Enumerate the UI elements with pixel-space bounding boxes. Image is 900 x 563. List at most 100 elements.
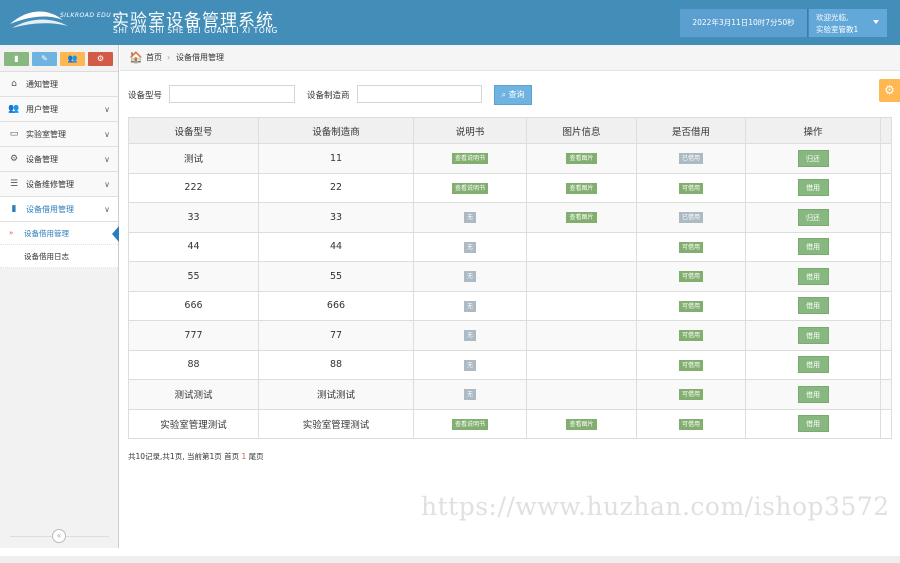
no-manual-badge: 无: [463, 389, 476, 401]
cell-maker: 11: [258, 143, 414, 174]
cell-image: [526, 349, 637, 380]
list-icon: ☰: [9, 179, 19, 189]
model-text: 测试: [183, 154, 203, 166]
borrow-button[interactable]: 借用: [797, 415, 829, 433]
borrow-button[interactable]: 借用: [797, 356, 829, 374]
column-header: 设备型号: [128, 117, 259, 144]
view-manual-link[interactable]: 查看说明书: [451, 418, 488, 430]
return-button[interactable]: 归还: [797, 149, 829, 167]
view-image-link[interactable]: 查看图片: [566, 418, 597, 430]
cell-status: 可借用: [636, 261, 746, 292]
borrow-button[interactable]: 借用: [797, 297, 829, 315]
status-badge: 可借用: [678, 271, 703, 283]
sidebar-item-labs[interactable]: ▭ 实验室管理 ∨: [0, 122, 118, 147]
cell-model: 测试: [128, 143, 259, 174]
borrow-button[interactable]: 借用: [797, 267, 829, 285]
cell-maker: 55: [258, 261, 414, 292]
cell-status: 可借用: [636, 172, 746, 203]
pagination-last[interactable]: 尾页: [246, 452, 264, 461]
sidebar-item-devices[interactable]: ⚙ 设备管理 ∨: [0, 147, 118, 172]
model-text: 33: [187, 211, 200, 223]
view-image-link[interactable]: 查看图片: [566, 182, 597, 194]
status-badge: 可借用: [678, 330, 703, 342]
borrow-button[interactable]: 借用: [797, 326, 829, 344]
search-button[interactable]: ⌕ 查询: [494, 85, 532, 105]
sidebar-item-borrow[interactable]: ▮ 设备借用管理 ∨: [0, 197, 118, 222]
user-menu[interactable]: 欢迎光临, 实验室管教1: [809, 9, 887, 37]
sidebar-item-label: 用户管理: [26, 105, 58, 114]
cell-action: 借用: [745, 231, 881, 262]
borrow-button[interactable]: 借用: [797, 179, 829, 197]
cell-image: [526, 379, 637, 410]
maker-text: 55: [329, 270, 343, 282]
cell-spacer: [880, 290, 892, 321]
cell-manual: 查看说明书: [413, 172, 527, 203]
cell-manual: 无: [413, 290, 527, 321]
model-text: 222: [184, 182, 203, 194]
cogs-icon: ⚙: [9, 154, 19, 164]
no-manual-badge: 无: [463, 241, 476, 253]
cell-image: 查看图片: [526, 202, 637, 233]
model-text: 777: [184, 329, 203, 341]
pencil-icon[interactable]: ✎: [32, 52, 57, 66]
model-input[interactable]: [169, 85, 295, 103]
cell-model: 88: [128, 349, 259, 380]
datetime-display: 2022年3月11日10时7分50秒: [680, 9, 808, 37]
settings-icon[interactable]: ⚙: [879, 79, 900, 102]
no-manual-badge: 无: [463, 212, 476, 224]
cell-model: 55: [128, 261, 259, 292]
cell-spacer: [880, 231, 892, 262]
no-manual-badge: 无: [463, 330, 476, 342]
column-header: 操作: [745, 117, 881, 144]
cell-maker: 实验室管理测试: [258, 408, 414, 439]
table-header-row: 设备型号 设备制造商 说明书 图片信息 是否借用 操作: [128, 117, 892, 144]
cell-spacer: [880, 202, 892, 233]
users-icon: 👥: [8, 104, 20, 114]
view-manual-link[interactable]: 查看说明书: [451, 182, 488, 194]
signal-icon[interactable]: ▮: [4, 52, 29, 66]
cell-manual: 无: [413, 320, 527, 351]
cell-status: 可借用: [636, 379, 746, 410]
cell-status: 可借用: [636, 231, 746, 262]
borrow-button[interactable]: 借用: [797, 385, 829, 403]
cogs-icon[interactable]: ⚙: [88, 52, 113, 66]
home-icon: ⌂: [11, 79, 17, 89]
cell-spacer: [880, 143, 892, 174]
view-image-link[interactable]: 查看图片: [566, 212, 597, 224]
cell-spacer: [880, 379, 892, 410]
breadcrumb-home-link[interactable]: 首页: [146, 45, 162, 71]
sidebar-subitem-borrow-log[interactable]: 设备借用日志: [0, 245, 118, 268]
sidebar-subitem-borrow-manage[interactable]: » 设备借用管理: [0, 222, 119, 245]
chevron-up-icon: ∨: [104, 205, 110, 214]
maker-text: 实验室管理测试: [302, 419, 370, 431]
table-row: 44 44 无 可借用 借用: [128, 231, 892, 262]
group-icon[interactable]: 👥: [60, 52, 85, 66]
cell-spacer: [880, 349, 892, 380]
sidebar-item-repair[interactable]: ☰ 设备维修管理 ∨: [0, 172, 118, 197]
sidebar-item-label: 设备管理: [26, 155, 58, 164]
cell-model: 222: [128, 172, 259, 203]
cell-action: 借用: [745, 261, 881, 292]
column-header-spacer: [880, 117, 892, 144]
bottom-bar: [0, 556, 900, 563]
view-manual-link[interactable]: 查看说明书: [451, 153, 488, 165]
model-text: 44: [187, 241, 200, 253]
cell-manual: 无: [413, 261, 527, 292]
maker-input[interactable]: [357, 85, 482, 103]
model-text: 实验室管理测试: [160, 419, 227, 431]
view-image-link[interactable]: 查看图片: [566, 153, 597, 165]
cell-manual: 无: [413, 349, 527, 380]
user-name: 实验室管教1: [816, 25, 859, 34]
sidebar-item-users[interactable]: 👥 用户管理 ∨: [0, 97, 118, 122]
collapse-sidebar-button[interactable]: «: [52, 529, 66, 543]
bookmark-icon: ▮: [11, 204, 17, 214]
maker-label: 设备制造商: [307, 91, 350, 101]
chevron-down-icon: ∨: [104, 130, 110, 139]
maker-text: 测试测试: [316, 390, 355, 402]
pagination-summary: 共10记录,共1页, 当前第1页 首页: [128, 452, 242, 461]
cell-manual: 无: [413, 202, 527, 233]
sidebar-item-notice[interactable]: ⌂ 通知管理: [0, 72, 118, 97]
borrow-button[interactable]: 借用: [797, 238, 829, 256]
sidebar: ▮ ✎ 👥 ⚙ ⌂ 通知管理 👥 用户管理 ∨ ▭ 实验室管理 ∨ ⚙ 设备管理…: [0, 45, 119, 548]
return-button[interactable]: 归还: [797, 208, 829, 226]
